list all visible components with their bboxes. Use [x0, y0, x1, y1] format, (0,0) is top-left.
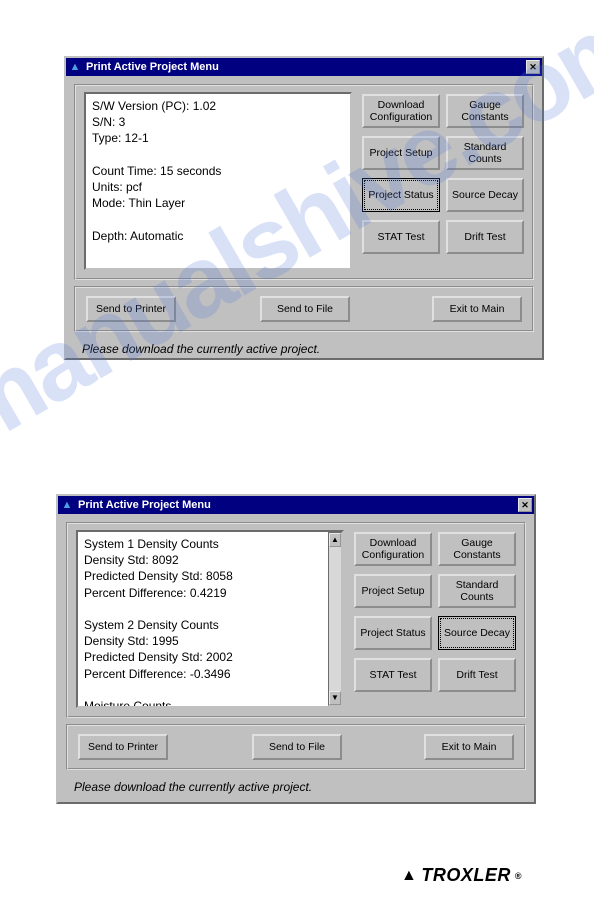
gauge-constants-button[interactable]: Gauge Constants — [438, 532, 516, 566]
scroll-down-icon[interactable]: ▼ — [329, 691, 341, 705]
gauge-constants-button[interactable]: Gauge Constants — [446, 94, 524, 128]
drift-test-button[interactable]: Drift Test — [446, 220, 524, 254]
download-config-button[interactable]: Download Configuration — [362, 94, 440, 128]
content-panel: S/W Version (PC): 1.02 S/N: 3 Type: 12-1… — [74, 84, 534, 280]
content-panel: System 1 Density Counts Density Std: 809… — [66, 522, 526, 718]
project-setup-button[interactable]: Project Setup — [354, 574, 432, 608]
app-icon: ▲ — [68, 60, 82, 74]
lower-panel: Send to Printer Send to File Exit to Mai… — [66, 724, 526, 770]
textarea-wrap: S/W Version (PC): 1.02 S/N: 3 Type: 12-1… — [84, 92, 352, 270]
client-area: S/W Version (PC): 1.02 S/N: 3 Type: 12-1… — [66, 76, 542, 368]
send-to-file-button[interactable]: Send to File — [252, 734, 342, 760]
close-icon[interactable]: ✕ — [526, 60, 540, 74]
titlebar: ▲ Print Active Project Menu ✕ — [66, 58, 542, 76]
registered-mark: ® — [515, 871, 522, 881]
client-area: System 1 Density Counts Density Std: 809… — [58, 514, 534, 806]
project-info-textarea[interactable]: S/W Version (PC): 1.02 S/N: 3 Type: 12-1… — [84, 92, 352, 270]
standard-counts-button[interactable]: Standard Counts — [446, 136, 524, 170]
dialog-print-active-project-2: ▲ Print Active Project Menu ✕ System 1 D… — [56, 494, 536, 804]
title-text: Print Active Project Menu — [78, 499, 518, 511]
close-icon[interactable]: ✕ — [518, 498, 532, 512]
drift-test-button[interactable]: Drift Test — [438, 658, 516, 692]
dialog-print-active-project-1: ▲ Print Active Project Menu ✕ S/W Versio… — [64, 56, 544, 360]
scrollbar[interactable]: ▲ ▼ — [328, 532, 342, 706]
titlebar: ▲ Print Active Project Menu ✕ — [58, 496, 534, 514]
send-to-printer-button[interactable]: Send to Printer — [86, 296, 176, 322]
exit-to-main-button[interactable]: Exit to Main — [432, 296, 522, 322]
scroll-up-icon[interactable]: ▲ — [329, 533, 341, 547]
send-to-printer-button[interactable]: Send to Printer — [78, 734, 168, 760]
status-text: Please download the currently active pro… — [74, 338, 534, 360]
project-status-button[interactable]: Project Status — [362, 178, 440, 212]
project-status-button[interactable]: Project Status — [354, 616, 432, 650]
project-setup-button[interactable]: Project Setup — [362, 136, 440, 170]
logo-brand: TROXLER — [421, 865, 511, 886]
stat-test-button[interactable]: STAT Test — [362, 220, 440, 254]
textarea-wrap: System 1 Density Counts Density Std: 809… — [76, 530, 344, 708]
app-icon: ▲ — [60, 498, 74, 512]
button-grid: Download Configuration Gauge Constants P… — [354, 530, 516, 708]
project-info-textarea[interactable]: System 1 Density Counts Density Std: 809… — [76, 530, 344, 708]
logo-icon: ▲ — [401, 867, 417, 885]
standard-counts-button[interactable]: Standard Counts — [438, 574, 516, 608]
send-to-file-button[interactable]: Send to File — [260, 296, 350, 322]
lower-panel: Send to Printer Send to File Exit to Mai… — [74, 286, 534, 332]
button-grid: Download Configuration Gauge Constants P… — [362, 92, 524, 270]
download-config-button[interactable]: Download Configuration — [354, 532, 432, 566]
source-decay-button[interactable]: Source Decay — [438, 616, 516, 650]
stat-test-button[interactable]: STAT Test — [354, 658, 432, 692]
status-text: Please download the currently active pro… — [66, 776, 526, 798]
title-text: Print Active Project Menu — [86, 61, 526, 73]
footer-logo: ▲ TROXLER ® — [401, 865, 522, 886]
exit-to-main-button[interactable]: Exit to Main — [424, 734, 514, 760]
source-decay-button[interactable]: Source Decay — [446, 178, 524, 212]
